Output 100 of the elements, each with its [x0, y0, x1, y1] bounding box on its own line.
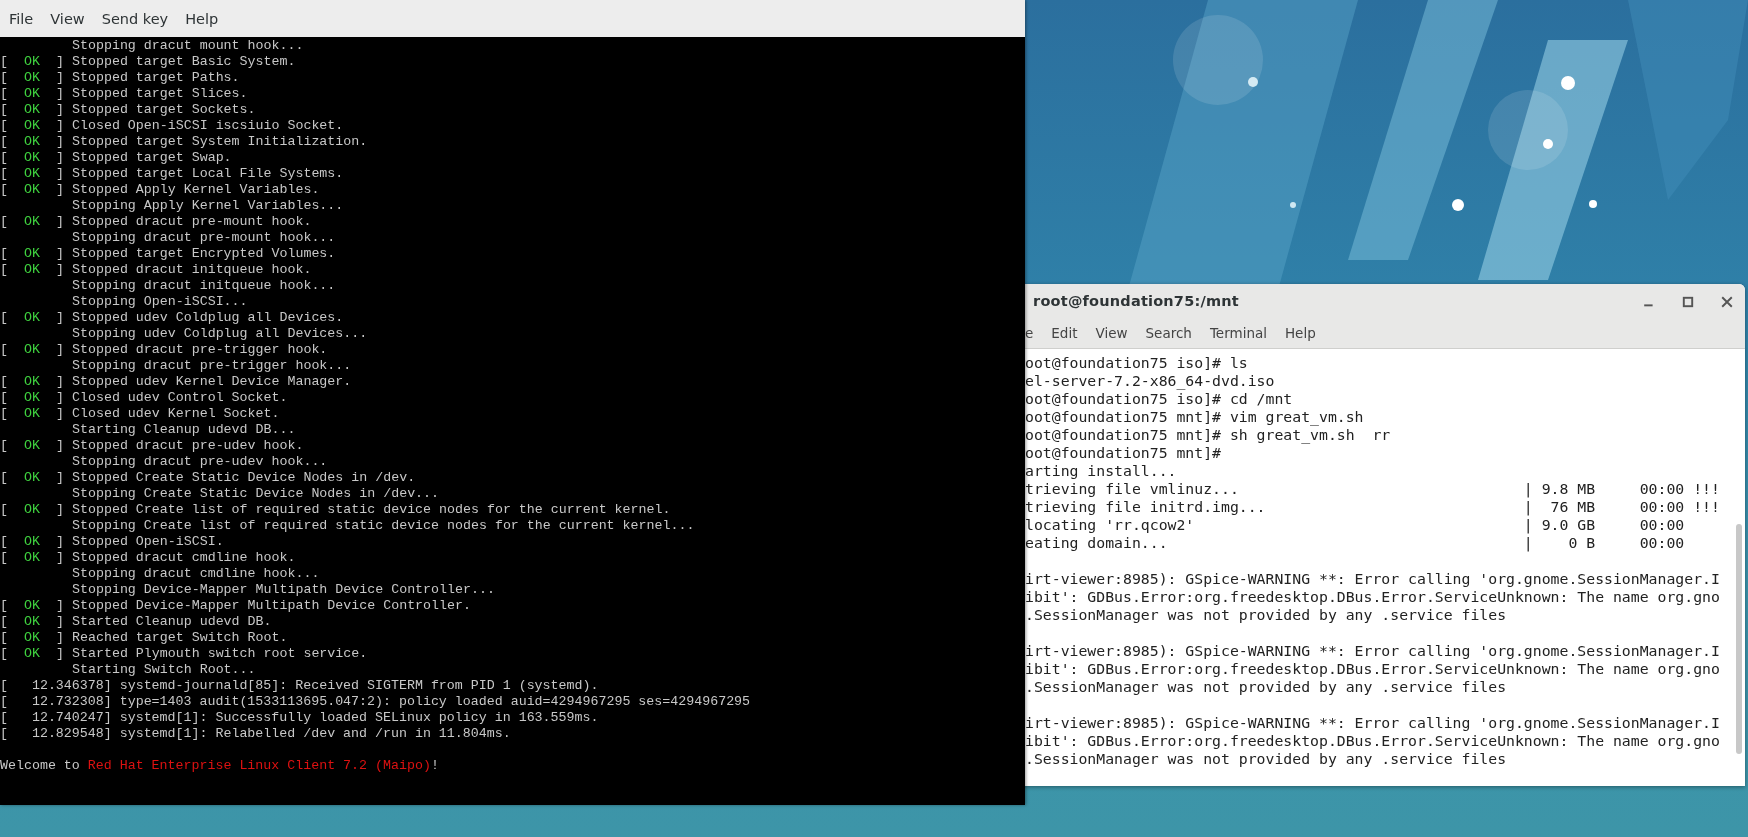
terminal-line: .SessionManager was not provided by any .service files [1025, 678, 1508, 696]
bracket: ] [56, 470, 65, 486]
bracket: ] [56, 70, 65, 86]
status-label: OK [24, 390, 41, 406]
bracket: ] [56, 390, 65, 406]
terminal-line: trieving file initrd.img... | 76 MB 00:00 !!! [1025, 498, 1721, 516]
status-label: OK [24, 470, 41, 486]
terminal-line: oot@foundation75 mnt]# vim great_vm.sh [1025, 408, 1365, 426]
log-line: Stopped target Local File Systems. [72, 166, 344, 182]
log-line: Starting Cleanup udevd DB... [72, 422, 296, 438]
log-line: Stopped target Paths. [72, 70, 240, 86]
bracket: [ [0, 118, 9, 134]
menu-item[interactable]: e [1025, 325, 1044, 342]
log-line: Stopped udev Coldplug all Devices. [72, 310, 344, 326]
log-line: Stopping Create Static Device Nodes in /dev... [72, 486, 440, 502]
log-line: Stopped target Swap. [72, 150, 232, 166]
bracket: ] [56, 134, 65, 150]
bracket: ] [56, 502, 65, 518]
log-line: Stopped Apply Kernel Variables. [72, 182, 320, 198]
menu-item[interactable]: Help [185, 10, 219, 27]
bracket: ] [56, 534, 65, 550]
menu-item[interactable]: Search [1137, 325, 1202, 342]
welcome-text: ! [430, 758, 439, 774]
window-title: root@foundation75:/mnt [1033, 293, 1239, 310]
status-label: OK [24, 630, 41, 646]
status-label: OK [24, 150, 41, 166]
log-line: Stopped dracut pre-trigger hook. [72, 342, 328, 358]
bracket: ] [56, 310, 65, 326]
bracket: [ [0, 598, 9, 614]
bracket: [ [0, 166, 9, 182]
status-label: OK [24, 342, 41, 358]
log-line: Stopping dracut pre-udev hook... [72, 454, 328, 470]
bracket: [ [0, 438, 9, 454]
menu-item[interactable]: Help [1276, 325, 1326, 342]
log-line: Started Cleanup udevd DB. [72, 614, 272, 630]
bracket: [ [0, 102, 9, 118]
bracket: [ [0, 214, 9, 230]
status-label: OK [24, 102, 41, 118]
log-line: Reached target Switch Root. [72, 630, 288, 646]
status-label: OK [24, 550, 41, 566]
bracket: ] [56, 630, 65, 646]
log-line: Stopped dracut pre-udev hook. [72, 438, 304, 454]
bracket: ] [56, 438, 65, 454]
bracket: ] [56, 54, 65, 70]
log-line: Stopping udev Coldplug all Devices... [72, 326, 368, 342]
log-line: Closed udev Kernel Socket. [72, 406, 280, 422]
status-label: OK [24, 54, 41, 70]
bracket: [ [0, 502, 9, 518]
log-line: [ 12.732308] type=1403 audit(1533113695.047:2): policy loaded auid=4294967295 ses=4294967295 [0, 694, 751, 710]
maximize-icon[interactable] [1682, 296, 1694, 308]
os-name: Red Hat Enterprise Linux Client 7.2 (Maipo) [87, 758, 431, 774]
bracket: [ [0, 342, 9, 358]
log-line: Stopping dracut mount hook... [72, 38, 304, 54]
terminal-line: irt-viewer:8985): GSpice-WARNING **: Error calling 'org.gnome.SessionManager.I [1025, 570, 1721, 588]
log-line: Stopped dracut pre-mount hook. [72, 214, 312, 230]
log-line: Started Plymouth switch root service. [72, 646, 368, 662]
bracket: ] [56, 102, 65, 118]
log-line: Stopped Create list of required static device nodes for the current kernel. [72, 502, 671, 518]
bracket: ] [56, 118, 65, 134]
terminal-line: oot@foundation75 iso]# cd /mnt [1025, 390, 1294, 408]
log-line: Stopping Apply Kernel Variables... [72, 198, 344, 214]
bracket: ] [56, 598, 65, 614]
terminal-line: trieving file vmlinuz... | 9.8 MB 00:00 !!! [1025, 480, 1721, 498]
bracket: ] [56, 646, 65, 662]
log-line: Stopped target Slices. [72, 86, 248, 102]
terminal-line: eating domain... | 0 B 00:00 [1025, 534, 1686, 552]
log-line: Stopped target Sockets. [72, 102, 256, 118]
log-line: Stopped target System Initialization. [72, 134, 368, 150]
status-label: OK [24, 118, 41, 134]
log-line: Stopping dracut pre-trigger hook... [72, 358, 352, 374]
bracket: [ [0, 470, 9, 486]
status-label: OK [24, 374, 41, 390]
bracket: [ [0, 70, 9, 86]
bracket: [ [0, 550, 9, 566]
terminal-line: arting install... [1025, 462, 1178, 480]
bracket: [ [0, 390, 9, 406]
menu-item[interactable]: Send key [101, 10, 169, 27]
log-line: Stopping dracut pre-mount hook... [72, 230, 336, 246]
status-label: OK [24, 182, 41, 198]
menu-item[interactable]: Terminal [1201, 325, 1277, 342]
menu-item[interactable]: View [1087, 325, 1138, 342]
scrollbar-thumb[interactable] [1736, 524, 1742, 754]
bracket: ] [56, 214, 65, 230]
log-line: Stopped udev Kernel Device Manager. [72, 374, 352, 390]
log-line: Closed Open-iSCSI iscsiuio Socket. [72, 118, 344, 134]
status-label: OK [24, 246, 41, 262]
status-label: OK [24, 166, 41, 182]
menu-item[interactable]: Edit [1043, 325, 1088, 342]
bracket: ] [56, 150, 65, 166]
terminal-line: ibit': GDBus.Error:org.freedesktop.DBus.Error.ServiceUnknown: The name org.gno [1025, 588, 1721, 606]
menu-item[interactable]: View [50, 10, 85, 27]
log-line: Stopped Device-Mapper Multipath Device Controller. [72, 598, 471, 614]
terminal-line: ibit': GDBus.Error:org.freedesktop.DBus.Error.ServiceUnknown: The name org.gno [1025, 660, 1721, 678]
menu-item[interactable]: File [9, 10, 34, 27]
log-line: Stopped Open-iSCSI. [72, 534, 224, 550]
close-icon[interactable] [1721, 296, 1733, 308]
log-line: Stopping Device-Mapper Multipath Device Controller... [72, 582, 495, 598]
log-line: Stopped target Encrypted Volumes. [72, 246, 336, 262]
status-label: OK [24, 614, 41, 630]
log-line: Stopped Create Static Device Nodes in /dev. [72, 470, 416, 486]
